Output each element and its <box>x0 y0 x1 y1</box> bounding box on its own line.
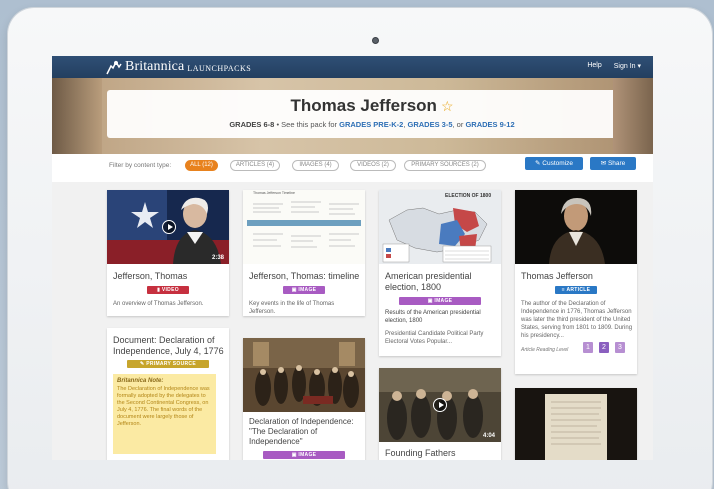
pack-header-card: Thomas Jefferson ☆ GRADES 6-8 • See this … <box>107 90 637 138</box>
card-title[interactable]: American presidential election, 1800 <box>385 271 497 293</box>
help-link[interactable]: Help <box>587 62 601 70</box>
grade-line: GRADES 6-8 • See this pack for GRADES PR… <box>107 120 637 129</box>
card-image-declaration[interactable]: Declaration of Independence: "The Declar… <box>243 338 365 460</box>
brand-name: Britannica <box>125 59 185 74</box>
document-thumbnail <box>515 388 637 460</box>
reading-level-3[interactable]: 3 <box>615 342 625 353</box>
card-video-founding-fathers[interactable]: 4:04 Founding Fathers <box>379 368 501 460</box>
card-title[interactable]: Thomas Jefferson <box>521 271 593 282</box>
mail-icon: ✉ <box>600 160 608 167</box>
badge-label: IMAGE <box>298 452 317 458</box>
filter-chip-primary-sources[interactable]: PRIMARY SOURCES (2) <box>404 160 486 171</box>
top-navbar: Britannica LAUNCHPACKS Help Sign In ▾ <box>52 56 653 78</box>
pack-title: Thomas Jefferson <box>290 96 437 115</box>
reading-level-1[interactable]: 1 <box>583 342 593 353</box>
britannica-logo[interactable]: Britannica LAUNCHPACKS <box>104 59 251 75</box>
video-duration: 4:04 <box>483 433 496 439</box>
webcam-icon <box>372 37 379 44</box>
customize-button[interactable]: ✎ Customize <box>525 157 583 170</box>
nav-links: Help Sign In ▾ <box>587 62 641 70</box>
timeline-thumbnail <box>243 190 365 264</box>
see-pack-text: • See this pack for <box>276 120 338 129</box>
card-title[interactable]: Jefferson, Thomas: timeline <box>249 271 359 282</box>
type-badge-image: ▣ IMAGE <box>263 451 345 459</box>
play-icon[interactable] <box>433 398 447 412</box>
hero-banner: Thomas Jefferson ☆ GRADES 6-8 • See this … <box>52 78 653 154</box>
painting-thumbnail <box>243 338 365 412</box>
election-map-thumbnail <box>379 190 501 264</box>
sign-in-menu[interactable]: Sign In ▾ <box>614 62 641 70</box>
customize-label: Customize <box>542 160 573 167</box>
card-document[interactable] <box>515 388 637 460</box>
card-title[interactable]: Document: Declaration of Independence, J… <box>113 335 225 357</box>
reading-level-2[interactable]: 2 <box>599 342 609 353</box>
filter-chip-videos[interactable]: VIDEOS (2) <box>350 160 396 171</box>
share-label: Share <box>607 160 626 167</box>
grade-link-9-12[interactable]: GRADES 9-12 <box>465 120 514 129</box>
card-description: An overview of Thomas Jefferson. <box>113 301 204 307</box>
note-title: Britannica Note: <box>117 378 164 384</box>
filter-chip-all[interactable]: ALL (12) <box>185 160 218 171</box>
card-description: Results of the American presidential ele… <box>385 310 481 324</box>
card-image-timeline[interactable]: Thomas Jefferson Timeline Jefferson, Tho… <box>243 190 365 316</box>
card-image-election[interactable]: ELECTION OF 1800 American presidential e… <box>379 190 501 356</box>
content-grid: 2:38 Jefferson, Thomas ▮ VIDEO An overvi… <box>52 182 653 460</box>
timeline-caption: Thomas Jefferson Timeline <box>253 191 295 195</box>
type-badge-article: ≡ ARTICLE <box>555 286 597 294</box>
filter-bar: Filter by content type: ALL (12) ARTICLE… <box>52 154 653 182</box>
type-badge-image: ▣ IMAGE <box>399 297 481 305</box>
separator-comma: , <box>403 120 406 129</box>
separator-or: , or <box>452 120 464 129</box>
note-text: The Declaration of Independence was form… <box>117 386 210 427</box>
browser-screen: Britannica LAUNCHPACKS Help Sign In ▾ Th… <box>52 56 653 460</box>
grade-link-prek2[interactable]: GRADES PRE-K-2 <box>339 120 403 129</box>
share-button[interactable]: ✉ Share <box>590 157 636 170</box>
card-description: The author of the Declaration of Indepen… <box>521 301 633 339</box>
laptop-frame: Britannica LAUNCHPACKS Help Sign In ▾ Th… <box>8 8 712 489</box>
badge-label: PRIMARY SOURCE <box>146 361 196 367</box>
grade-link-3-5[interactable]: GRADES 3-5 <box>408 120 453 129</box>
card-title[interactable]: Declaration of Independence: "The Declar… <box>249 417 361 447</box>
filter-chip-articles[interactable]: ARTICLES (4) <box>230 160 280 171</box>
card-primary-source[interactable]: Document: Declaration of Independence, J… <box>107 328 229 460</box>
card-video-jefferson[interactable]: 2:38 Jefferson, Thomas ▮ VIDEO An overvi… <box>107 190 229 316</box>
reading-level-label: Article Reading Level <box>521 347 569 353</box>
thistle-icon <box>106 59 122 74</box>
badge-label: VIDEO <box>161 287 179 293</box>
card-description: Key events in the life of Thomas Jeffers… <box>249 301 335 315</box>
play-icon[interactable] <box>162 220 176 234</box>
britannica-note: Britannica Note: The Declaration of Inde… <box>113 374 216 454</box>
current-grade-label: GRADES 6-8 <box>229 120 275 129</box>
card-description-detail: Presidential Candidate Political Party E… <box>385 331 484 345</box>
video-duration: 2:38 <box>212 255 225 261</box>
brand-subtitle: LAUNCHPACKS <box>187 64 252 73</box>
filter-label: Filter by content type: <box>109 162 172 169</box>
page-title: Thomas Jefferson ☆ <box>107 96 637 116</box>
card-title[interactable]: Founding Fathers <box>385 448 456 459</box>
type-badge-primary-source: ✎ PRIMARY SOURCE <box>127 360 209 368</box>
favorite-star-icon[interactable]: ☆ <box>441 98 454 114</box>
type-badge-image: ▣ IMAGE <box>283 286 325 294</box>
badge-label: IMAGE <box>434 298 453 304</box>
badge-label: IMAGE <box>298 287 317 293</box>
card-article-jefferson[interactable]: Thomas Jefferson ≡ ARTICLE The author of… <box>515 190 637 374</box>
badge-label: ARTICLE <box>566 287 591 293</box>
filter-chip-images[interactable]: IMAGES (4) <box>292 160 339 171</box>
portrait-thumbnail <box>515 190 637 264</box>
map-caption: ELECTION OF 1800 <box>445 193 492 199</box>
type-badge-video: ▮ VIDEO <box>147 286 189 294</box>
card-title[interactable]: Jefferson, Thomas <box>113 271 187 282</box>
